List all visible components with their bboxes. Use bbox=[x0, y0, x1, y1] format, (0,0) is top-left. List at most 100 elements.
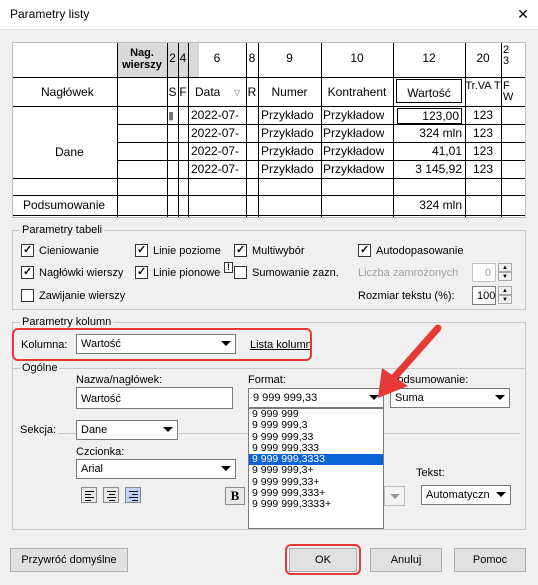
sumowanie-checkbox[interactable] bbox=[234, 266, 247, 279]
linie-pionowe-label: Linie pionowe bbox=[153, 267, 221, 279]
tekst-label: Tekst: bbox=[416, 467, 445, 479]
przywroc-domyslne-button[interactable]: Przywróć domyślne bbox=[10, 548, 128, 572]
linie-pionowe-checkbox[interactable] bbox=[135, 265, 148, 279]
sumowanie-label: Sumowanie zazn. bbox=[252, 267, 339, 279]
chevron-down-icon bbox=[163, 427, 173, 432]
format-label: Format: bbox=[248, 374, 286, 386]
cieniowanie-checkbox[interactable] bbox=[21, 243, 34, 257]
col-num-20: 20 bbox=[476, 51, 490, 65]
table-preview: Nag. wierszy 2 4 6 8 9 10 12 20 2 3 Nagł… bbox=[12, 42, 526, 218]
format-option[interactable]: 9 999 999,3333+ bbox=[249, 499, 383, 511]
rozmiar-tekstu-label: Rozmiar tekstu (%): bbox=[358, 290, 455, 302]
row4-numer: Przykłado bbox=[261, 162, 314, 176]
autodopasowanie-label: Autodopasowanie bbox=[376, 245, 464, 257]
czcionka-label: Czcionka: bbox=[76, 446, 125, 458]
liczba-zamrozonych-input[interactable]: 0 bbox=[472, 263, 496, 282]
col-num-10: 10 bbox=[350, 51, 364, 65]
format-option[interactable]: 9 999 999,3 bbox=[249, 419, 383, 431]
summary-row-label: Podsumowanie bbox=[23, 198, 106, 212]
linie-poziome-label: Linie poziome bbox=[153, 245, 221, 257]
czcionka-select[interactable]: Arial bbox=[76, 459, 236, 479]
col-r: R bbox=[247, 85, 257, 99]
cieniowanie-label: Cieniowanie bbox=[39, 245, 99, 257]
row1-date: 2022-07- bbox=[191, 108, 240, 122]
row4-trvat: 123 bbox=[472, 162, 494, 176]
sort-desc-icon: ▽ bbox=[234, 88, 241, 97]
highlight-ok bbox=[285, 544, 361, 575]
rozmiar-spinner[interactable]: ▲ ▼ bbox=[498, 286, 512, 304]
rozmiar-tekstu-input[interactable]: 100 bbox=[472, 286, 496, 305]
row1-wartosc: 123,00 bbox=[397, 108, 462, 124]
table-params-legend: Parametry tabeli bbox=[20, 224, 105, 236]
linie-poziome-checkbox[interactable] bbox=[135, 243, 148, 257]
bold-button[interactable]: B bbox=[225, 487, 245, 505]
col-fw: F W bbox=[503, 81, 513, 103]
row2-wartosc: 324 mln bbox=[419, 126, 462, 140]
header-row-label: Nagłówek bbox=[41, 85, 94, 99]
align-right-icon[interactable] bbox=[125, 487, 141, 503]
status-icon: ▮ bbox=[168, 110, 175, 122]
window-title: Parametry listy bbox=[10, 7, 90, 21]
highlight-kolumna bbox=[12, 328, 312, 361]
col-kontrahent: Kontrahent bbox=[327, 85, 387, 99]
row1-kontrahent: Przykładow bbox=[323, 108, 385, 122]
row3-wartosc: 41,01 bbox=[431, 144, 462, 158]
disabled-color-select bbox=[384, 486, 405, 506]
row3-trvat: 123 bbox=[472, 144, 494, 158]
col-num-2: 2 bbox=[169, 51, 176, 65]
format-select-value: 9 999 999,33 bbox=[253, 392, 318, 404]
sekcja-label: Sekcja: bbox=[20, 424, 59, 436]
anuluj-button[interactable]: Anuluj bbox=[370, 548, 442, 572]
zawijanie-label: Zawijanie wierszy bbox=[39, 290, 126, 302]
autodopasowanie-checkbox[interactable] bbox=[358, 243, 371, 257]
naglowki-wierszy-checkbox[interactable] bbox=[21, 265, 34, 279]
ogolne-label: Ogólne bbox=[20, 362, 60, 374]
row1-numer: Przykłado bbox=[261, 108, 314, 122]
multiwybor-label: Multiwybór bbox=[252, 245, 305, 257]
close-icon[interactable]: ✕ bbox=[514, 5, 532, 23]
tekst-select[interactable]: Automatyczn bbox=[421, 485, 511, 505]
red-arrow-annotation bbox=[378, 324, 442, 398]
col-num-6: 6 bbox=[213, 51, 221, 65]
multiwybor-checkbox[interactable] bbox=[234, 243, 247, 257]
warning-icon: ! bbox=[224, 262, 233, 273]
align-center-icon[interactable] bbox=[103, 487, 119, 503]
col-num-12: 12 bbox=[422, 51, 436, 65]
zawijanie-checkbox[interactable] bbox=[21, 289, 34, 302]
liczba-zamrozonych-label: Liczba zamrożonych bbox=[358, 267, 459, 279]
pomoc-button[interactable]: Pomoc bbox=[454, 548, 526, 572]
col-data: Data bbox=[195, 85, 221, 99]
sekcja-select[interactable]: Dane bbox=[76, 420, 178, 440]
nazwa-label: Nazwa/nagłówek: bbox=[76, 374, 163, 386]
format-select[interactable]: 9 999 999,33 bbox=[248, 388, 384, 408]
tekst-select-value: Automatyczn bbox=[426, 489, 490, 501]
row2-date: 2022-07- bbox=[191, 126, 240, 140]
summary-value: 324 mln bbox=[419, 198, 462, 212]
czcionka-select-value: Arial bbox=[81, 463, 104, 475]
col-f: F bbox=[179, 85, 187, 99]
col-num-9: 9 bbox=[286, 51, 293, 65]
col-num-23: 2 3 bbox=[503, 45, 510, 67]
col-trvat: Tr.VA T bbox=[465, 81, 501, 92]
align-left-icon[interactable] bbox=[81, 487, 97, 503]
nazwa-input[interactable]: Wartość bbox=[76, 387, 233, 409]
row4-date: 2022-07- bbox=[191, 162, 240, 176]
format-dropdown-list[interactable]: 9 999 999 9 999 999,3 9 999 999,33 9 999… bbox=[248, 408, 384, 529]
row3-date: 2022-07- bbox=[191, 144, 240, 158]
row1-trvat: 123 bbox=[472, 108, 494, 122]
row2-numer: Przykłado bbox=[261, 126, 314, 140]
liczba-spinner[interactable]: ▲ ▼ bbox=[498, 263, 512, 281]
column-params-legend: Parametry kolumn bbox=[20, 316, 114, 328]
row2-trvat: 123 bbox=[472, 126, 494, 140]
chevron-down-icon bbox=[221, 466, 231, 471]
row3-kontrahent: Przykładow bbox=[323, 144, 385, 158]
col-wartosc[interactable]: Wartość bbox=[396, 79, 462, 103]
row4-kontrahent: Przykładow bbox=[323, 162, 385, 176]
col-nag-wierszy: Nag. wierszy bbox=[122, 47, 162, 71]
chevron-down-icon bbox=[496, 492, 506, 497]
col-num-8: 8 bbox=[248, 51, 256, 65]
chevron-down-icon bbox=[495, 395, 505, 400]
col-num-4: 4 bbox=[179, 51, 187, 65]
title-bar: Parametry listy ✕ bbox=[0, 0, 538, 30]
row4-wartosc: 3 145,92 bbox=[415, 162, 462, 176]
